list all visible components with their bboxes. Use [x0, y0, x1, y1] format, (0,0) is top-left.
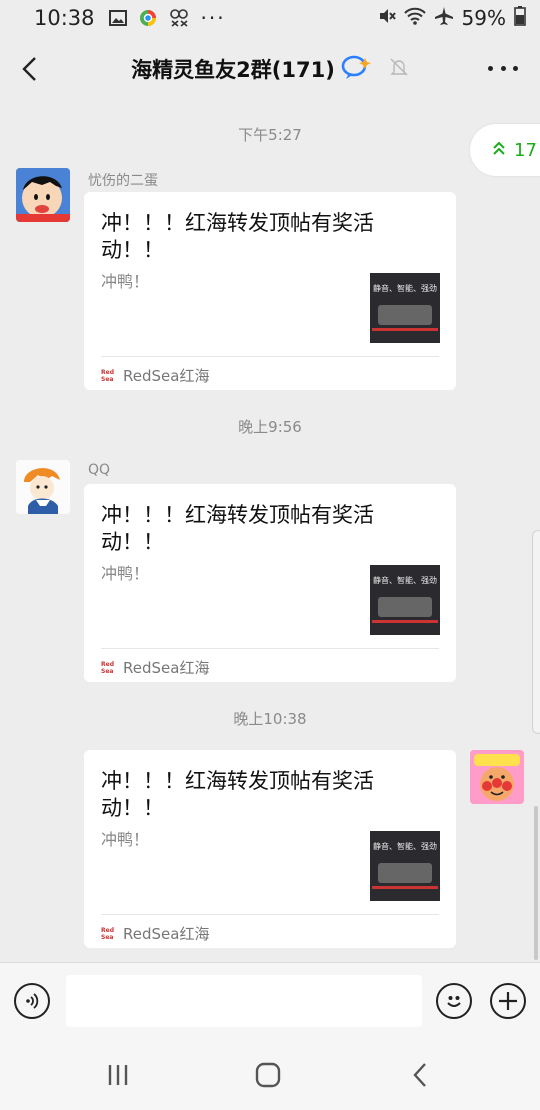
mute-icon [378, 6, 396, 30]
title-wrap: 海精灵鱼友2群(171) [131, 54, 409, 84]
chat-area[interactable]: 下午5:27 忧伤的二蛋 冲！！！红海转发顶帖有奖活动！！ 冲鸭！ 静音、智能、… [0, 102, 540, 962]
card-description: 冲鸭！ [101, 830, 150, 849]
chat-title: 海精灵鱼友2群(171) [131, 58, 335, 82]
home-icon[interactable] [248, 1060, 288, 1090]
card-divider [101, 914, 439, 915]
link-card[interactable]: 冲！！！红海转发顶帖有奖活动！！ 冲鸭！ 静音、智能、强劲 Red Sea Re… [84, 484, 456, 682]
card-description: 冲鸭！ [101, 272, 150, 291]
source-name: RedSea红海 [123, 659, 210, 677]
mute-bell-icon [389, 57, 409, 81]
message-input[interactable] [66, 975, 422, 1027]
card-source: Red Sea RedSea红海 [101, 657, 209, 678]
back-arrow-icon[interactable] [14, 52, 44, 86]
link-card[interactable]: 冲！！！红海转发顶帖有奖活动！！ 冲鸭！ 静音、智能、强劲 Red Sea Re… [84, 750, 456, 948]
input-bar [0, 962, 540, 1040]
recent-apps-icon[interactable] [98, 1060, 138, 1090]
card-divider [101, 356, 439, 357]
card-divider [101, 648, 439, 649]
thumbnail-text: 静音、智能、强劲 [373, 576, 437, 585]
avatar[interactable] [16, 168, 70, 222]
app-notification-icon [169, 9, 189, 27]
add-icon[interactable] [490, 983, 526, 1019]
status-bar: 10:38 ··· 59% [0, 0, 540, 36]
card-thumbnail: 静音、智能、强劲 [370, 273, 440, 343]
card-source: Red Sea RedSea红海 [101, 365, 209, 386]
side-panel-handle[interactable] [532, 530, 540, 734]
card-thumbnail: 静音、智能、强劲 [370, 565, 440, 635]
card-title: 冲！！！红海转发顶帖有奖活动！！ [101, 211, 374, 262]
more-notifications-icon: ··· [200, 6, 226, 30]
double-chevron-up-icon [492, 140, 506, 161]
unread-jump-button[interactable]: 17 [470, 124, 540, 176]
avatar[interactable] [470, 750, 524, 804]
wifi-icon [403, 6, 426, 30]
chat-header: 海精灵鱼友2群(171) [0, 36, 540, 102]
sender-name: QQ [88, 462, 111, 478]
group-chat-icon[interactable] [341, 54, 371, 84]
source-name: RedSea红海 [123, 925, 210, 943]
card-description: 冲鸭！ [101, 564, 150, 583]
card-source: Red Sea RedSea红海 [101, 923, 209, 944]
airplane-icon [434, 6, 454, 31]
battery-icon [514, 5, 526, 31]
nav-back-icon[interactable] [400, 1060, 440, 1090]
card-title: 冲！！！红海转发顶帖有奖活动！！ [101, 769, 374, 820]
browser-icon [139, 9, 157, 27]
redsea-logo-icon: Red Sea [101, 926, 114, 941]
redsea-logo-icon: Red Sea [101, 660, 114, 675]
card-thumbnail: 静音、智能、强劲 [370, 831, 440, 901]
thumbnail-text: 静音、智能、强劲 [373, 284, 437, 293]
battery-level: 59% [461, 6, 506, 30]
status-right: 59% [378, 5, 526, 31]
scrollbar[interactable] [534, 806, 538, 960]
gallery-icon [108, 10, 127, 26]
status-time: 10:38 [34, 6, 95, 30]
more-dots-icon[interactable] [488, 58, 518, 78]
avatar[interactable] [16, 460, 70, 514]
emoji-icon[interactable] [436, 983, 472, 1019]
message-timestamp: 下午5:27 [238, 126, 302, 144]
sender-name: 忧伤的二蛋 [88, 173, 158, 189]
thumbnail-text: 静音、智能、强劲 [373, 842, 437, 851]
voice-icon[interactable] [14, 983, 50, 1019]
message-timestamp: 晚上9:56 [238, 418, 302, 436]
redsea-logo-icon: Red Sea [101, 368, 114, 383]
message-timestamp: 晚上10:38 [233, 710, 307, 728]
system-nav-bar [0, 1040, 540, 1110]
card-title: 冲！！！红海转发顶帖有奖活动！！ [101, 503, 374, 554]
source-name: RedSea红海 [123, 367, 210, 385]
link-card[interactable]: 冲！！！红海转发顶帖有奖活动！！ 冲鸭！ 静音、智能、强劲 Red Sea Re… [84, 192, 456, 390]
unread-count: 17 [514, 139, 537, 161]
